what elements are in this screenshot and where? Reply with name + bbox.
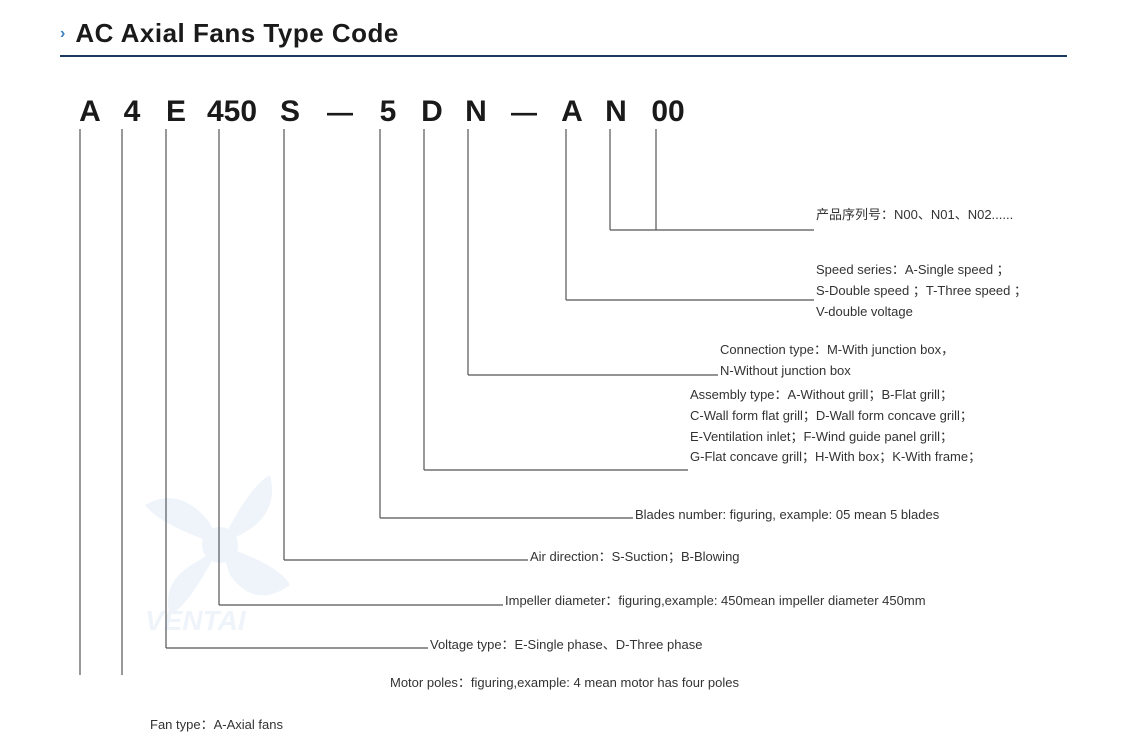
desc-voltage-type: Voltage type：E-Single phase、D-Three phas… xyxy=(430,635,702,655)
desc-fan-type: Fan type：A-Axial fans xyxy=(150,715,283,735)
svg-text:VENTAI: VENTAI xyxy=(145,605,247,635)
code-A2: A xyxy=(550,95,594,129)
desc-connection-type: Connection type：M-With junction box， N-W… xyxy=(720,340,954,382)
desc-air-direction: Air direction：S-Suction；B-Blowing xyxy=(530,547,740,567)
watermark-logo: VENTAI xyxy=(110,455,330,635)
diagram-area: A 4 E 450 S — 5 D N — A N 00 xyxy=(60,75,1067,675)
code-00: 00 xyxy=(638,95,698,129)
code-E: E xyxy=(154,95,198,129)
chevron-icon: › xyxy=(60,25,65,43)
desc-assembly-type: Assembly type：A-Without grill；B-Flat gri… xyxy=(690,385,981,468)
code-S: S xyxy=(266,95,314,129)
desc-motor-poles: Motor poles：figuring,example: 4 mean mot… xyxy=(390,673,739,693)
code-4: 4 xyxy=(110,95,154,129)
code-N: N xyxy=(454,95,498,129)
page-title: AC Axial Fans Type Code xyxy=(75,18,399,49)
desc-speed-series: Speed series：A-Single speed ； S-Double s… xyxy=(816,260,1027,322)
code-N2: N xyxy=(594,95,638,129)
code-dash1: — xyxy=(314,97,366,128)
header-section: › AC Axial Fans Type Code xyxy=(60,18,1067,49)
desc-blades-number: Blades number: figuring, example: 05 mea… xyxy=(635,505,939,525)
desc-impeller-diameter: Impeller diameter：figuring,example: 450m… xyxy=(505,591,926,611)
code-A: A xyxy=(70,95,110,129)
desc-product-series: 产品序列号：N00、N01、N02...... xyxy=(816,205,1013,225)
header-divider xyxy=(60,55,1067,57)
code-dash2: — xyxy=(498,97,550,128)
code-D: D xyxy=(410,95,454,129)
code-5: 5 xyxy=(366,95,410,129)
code-450: 450 xyxy=(198,95,266,129)
